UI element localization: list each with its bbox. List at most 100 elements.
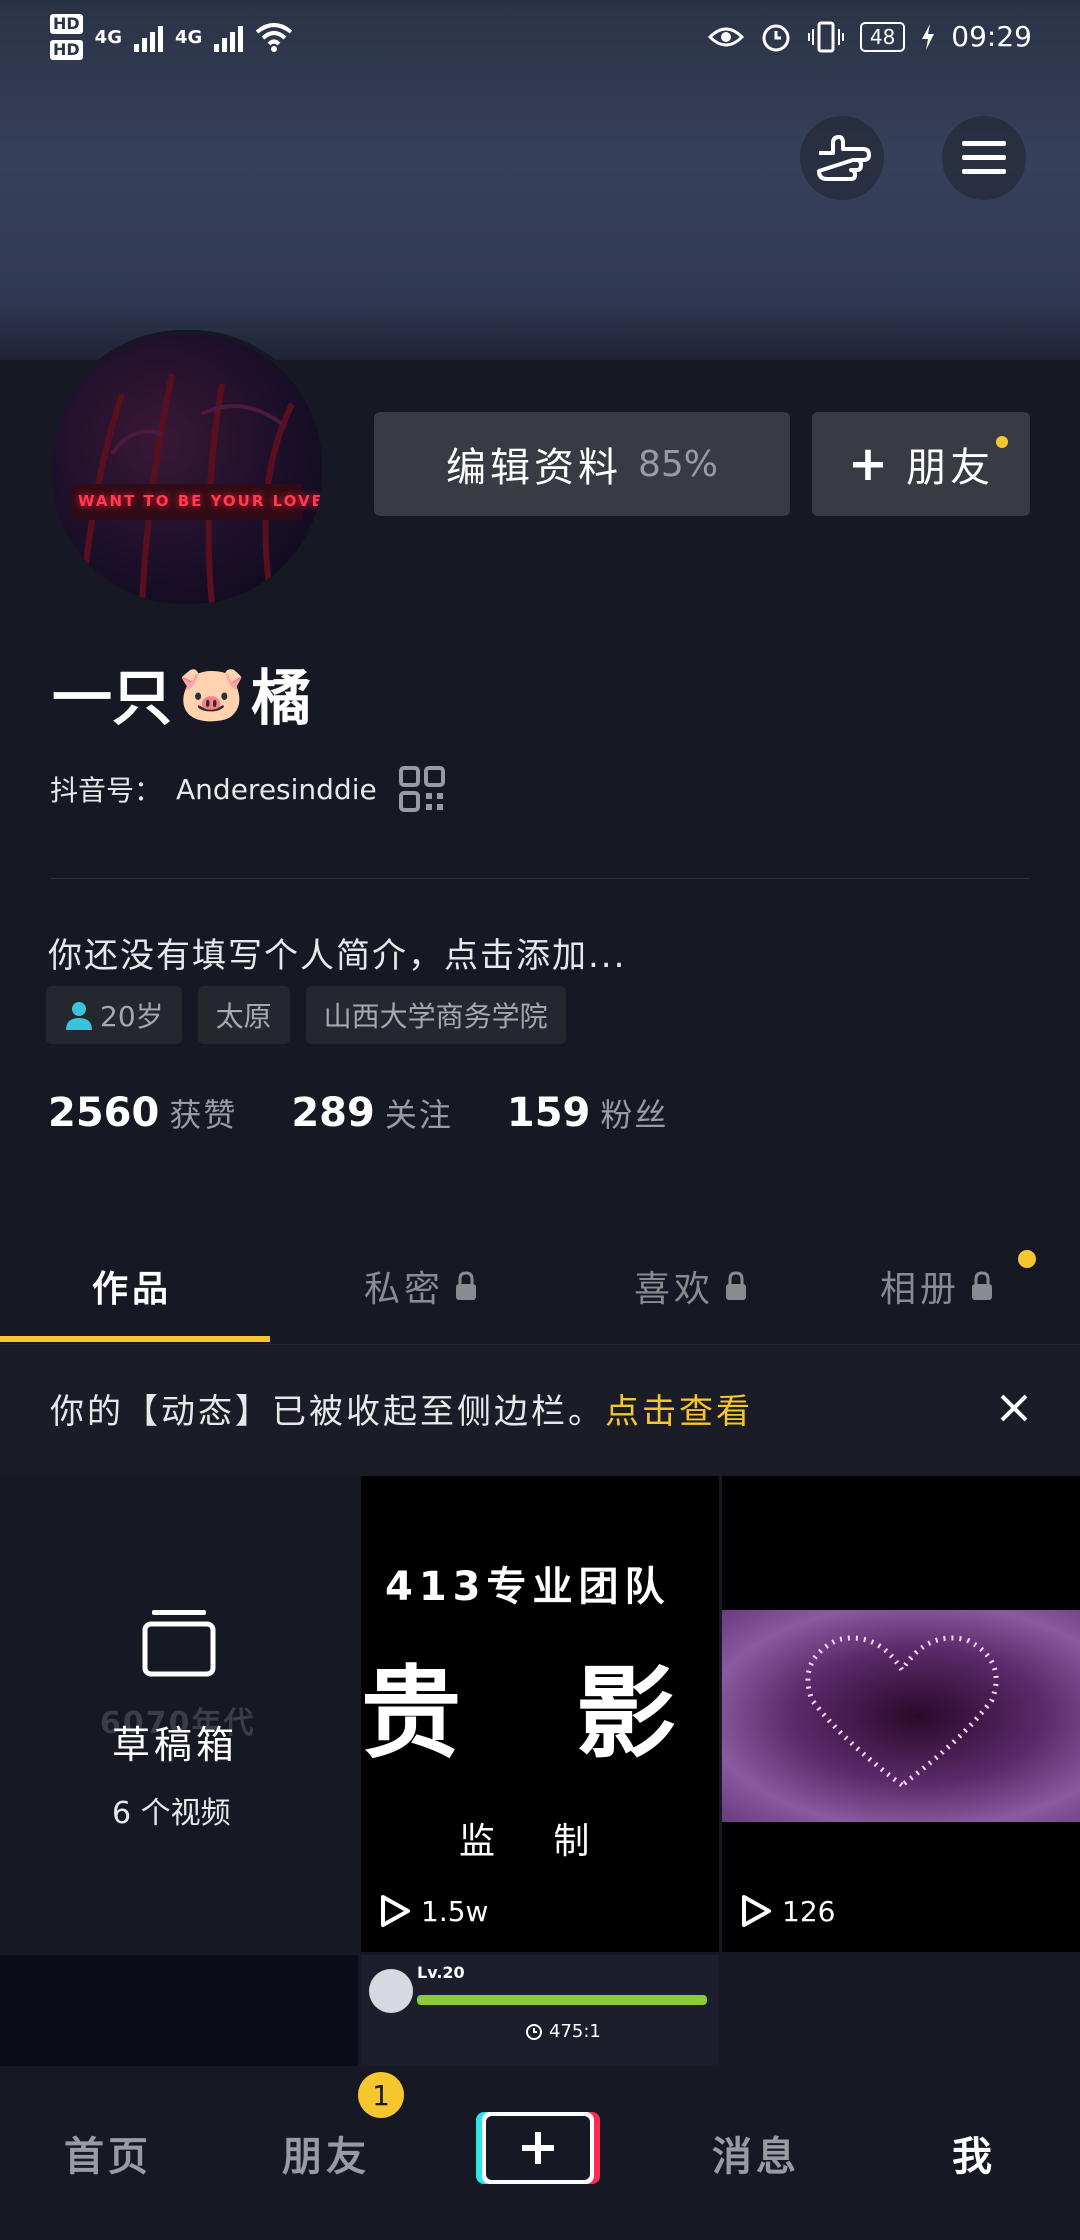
tag-city-label: 太原 bbox=[215, 1000, 272, 1033]
game-health-bar bbox=[417, 1995, 707, 2005]
grid-empty-cell bbox=[722, 1955, 1080, 2066]
album-tab-dot bbox=[1018, 1250, 1036, 1268]
bio-text[interactable]: 你还没有填写个人简介，点击添加... bbox=[48, 928, 626, 977]
close-icon bbox=[1000, 1394, 1028, 1422]
create-button[interactable] bbox=[482, 2112, 594, 2184]
vibrate-icon bbox=[807, 21, 844, 52]
game-timer: 475:1 bbox=[525, 2021, 601, 2042]
plus-icon bbox=[522, 2132, 554, 2164]
video-2-plays: 126 bbox=[782, 1894, 836, 1928]
add-friend-button[interactable]: + 朋友 bbox=[812, 412, 1030, 516]
add-friend-dot bbox=[996, 436, 1008, 448]
video-thumbnail-2[interactable]: 126 bbox=[722, 1476, 1080, 1952]
video-1-plays: 1.5w bbox=[421, 1894, 489, 1928]
add-friend-label: 朋友 bbox=[906, 445, 995, 491]
profile-avatar[interactable]: WANT TO BE YOUR LOVE bbox=[48, 330, 326, 608]
menu-button[interactable] bbox=[942, 116, 1026, 200]
drafts-count: 6 个视频 bbox=[112, 1796, 231, 1831]
network-label-1: 4G bbox=[94, 26, 122, 48]
status-right: 48 09:29 bbox=[707, 20, 1032, 53]
profile-name: 一只 🐷 橘 bbox=[52, 650, 311, 737]
notice-message: 你的【动态】已被收起至侧边栏。 bbox=[50, 1392, 605, 1432]
pig-emoji: 🐷 bbox=[178, 661, 246, 725]
video-thumbnail-3[interactable] bbox=[0, 1955, 358, 2066]
hd-indicator-2: HD bbox=[50, 40, 83, 60]
alarm-icon bbox=[762, 24, 790, 51]
video-1-line-3: 监 制 bbox=[459, 1821, 596, 1862]
tab-likes[interactable]: 喜欢 bbox=[634, 1260, 748, 1312]
tab-likes-label: 喜欢 bbox=[634, 1269, 715, 1310]
content-tabs: 作品 私密 喜欢 相册 bbox=[0, 1238, 1080, 1348]
qr-code-icon[interactable] bbox=[398, 766, 445, 812]
account-id-label: 抖音号： bbox=[50, 774, 163, 807]
network-label-2: 4G bbox=[174, 26, 203, 48]
hd-indicator-1: HD bbox=[50, 14, 83, 34]
drafts-box[interactable]: 6070年代 草稿箱 6 个视频 bbox=[0, 1476, 358, 1952]
stat-followers[interactable]: 159 粉丝 bbox=[507, 1090, 669, 1136]
clock-time: 09:29 bbox=[951, 20, 1032, 53]
lock-icon bbox=[726, 1271, 747, 1300]
tag-school-label: 山西大学商务学院 bbox=[323, 1000, 548, 1033]
edit-profile-percent: 85% bbox=[637, 443, 718, 485]
game-timer-value: 475:1 bbox=[549, 2021, 601, 2042]
edit-profile-button[interactable]: 编辑资料 85% bbox=[374, 412, 790, 516]
tag-city[interactable]: 太原 bbox=[197, 986, 290, 1044]
video-1-play-count: 1.5w bbox=[379, 1894, 488, 1928]
tag-school[interactable]: 山西大学商务学院 bbox=[305, 986, 566, 1044]
nav-friends[interactable]: 朋友 bbox=[282, 2124, 370, 2182]
lock-icon bbox=[456, 1271, 477, 1300]
account-id-value: Anderesinddie bbox=[176, 772, 377, 806]
edit-profile-label: 编辑资料 bbox=[445, 445, 622, 491]
account-id-row[interactable]: 抖音号： Anderesinddie bbox=[50, 766, 445, 812]
video-2-image bbox=[722, 1610, 1080, 1822]
lock-icon bbox=[972, 1271, 993, 1300]
friends-badge: 1 bbox=[358, 2072, 404, 2118]
stat-following[interactable]: 289 关注 bbox=[291, 1090, 453, 1136]
status-bar: HD HD 4G 4G 48 09:29 bbox=[0, 0, 1080, 80]
tag-age[interactable]: 20岁 bbox=[46, 986, 182, 1044]
tab-album[interactable]: 相册 bbox=[880, 1260, 994, 1312]
active-tab-indicator bbox=[0, 1336, 270, 1342]
stat-likes[interactable]: 2560 获赞 bbox=[48, 1090, 237, 1136]
battery-indicator: 48 bbox=[859, 21, 906, 52]
profile-tags: 20岁 太原 山西大学商务学院 bbox=[46, 986, 566, 1044]
tag-age-label: 20岁 bbox=[100, 1000, 164, 1033]
tab-separator bbox=[0, 1344, 1080, 1345]
tab-works[interactable]: 作品 bbox=[92, 1260, 172, 1312]
tab-private[interactable]: 私密 bbox=[364, 1260, 478, 1312]
sparkle-heart-image bbox=[805, 1635, 999, 1789]
game-avatar bbox=[369, 1969, 413, 2013]
profile-stats: 2560 获赞 289 关注 159 粉丝 bbox=[48, 1090, 668, 1136]
stat-likes-label: 获赞 bbox=[169, 1096, 238, 1134]
avatar-image bbox=[72, 373, 302, 604]
stat-following-label: 关注 bbox=[384, 1096, 453, 1134]
bottom-navigation: 首页 朋友 1 消息 我 bbox=[0, 2066, 1080, 2240]
video-thumbnail-1[interactable]: 413专业团队 贵 影 监 制 1.5w bbox=[361, 1476, 719, 1952]
drafts-label: 草稿箱 bbox=[112, 1723, 239, 1767]
charging-icon bbox=[922, 23, 935, 50]
tab-private-label: 私密 bbox=[364, 1269, 445, 1310]
name-part-1: 一只 bbox=[52, 664, 172, 734]
visitor-button[interactable] bbox=[800, 116, 884, 200]
stat-likes-count: 2560 bbox=[48, 1090, 160, 1136]
video-2-play-count: 126 bbox=[740, 1894, 835, 1928]
notice-close-button[interactable] bbox=[994, 1388, 1034, 1432]
name-part-2: 橘 bbox=[251, 664, 312, 734]
signal-icon-2 bbox=[214, 22, 244, 52]
notice-text: 你的【动态】已被收起至侧边栏。点击查看 bbox=[50, 1384, 753, 1433]
play-icon bbox=[381, 1895, 410, 1927]
nav-me[interactable]: 我 bbox=[952, 2124, 996, 2182]
avatar-neon-text: WANT TO BE YOUR LOVE bbox=[78, 492, 324, 510]
pointing-hand-icon bbox=[817, 135, 871, 181]
tab-works-label: 作品 bbox=[92, 1269, 173, 1310]
video-thumbnail-4[interactable]: Lv.20 475:1 bbox=[361, 1955, 719, 2066]
video-1-line-1: 413专业团队 bbox=[385, 1564, 671, 1610]
hamburger-menu-icon bbox=[962, 141, 1006, 174]
nav-home[interactable]: 首页 bbox=[64, 2124, 152, 2182]
nav-messages[interactable]: 消息 bbox=[712, 2124, 800, 2182]
notice-view-link[interactable]: 点击查看 bbox=[605, 1392, 753, 1432]
play-icon bbox=[742, 1895, 771, 1927]
stat-following-count: 289 bbox=[291, 1090, 375, 1136]
profile-divider bbox=[50, 878, 1030, 879]
plus-icon: + bbox=[847, 436, 893, 492]
